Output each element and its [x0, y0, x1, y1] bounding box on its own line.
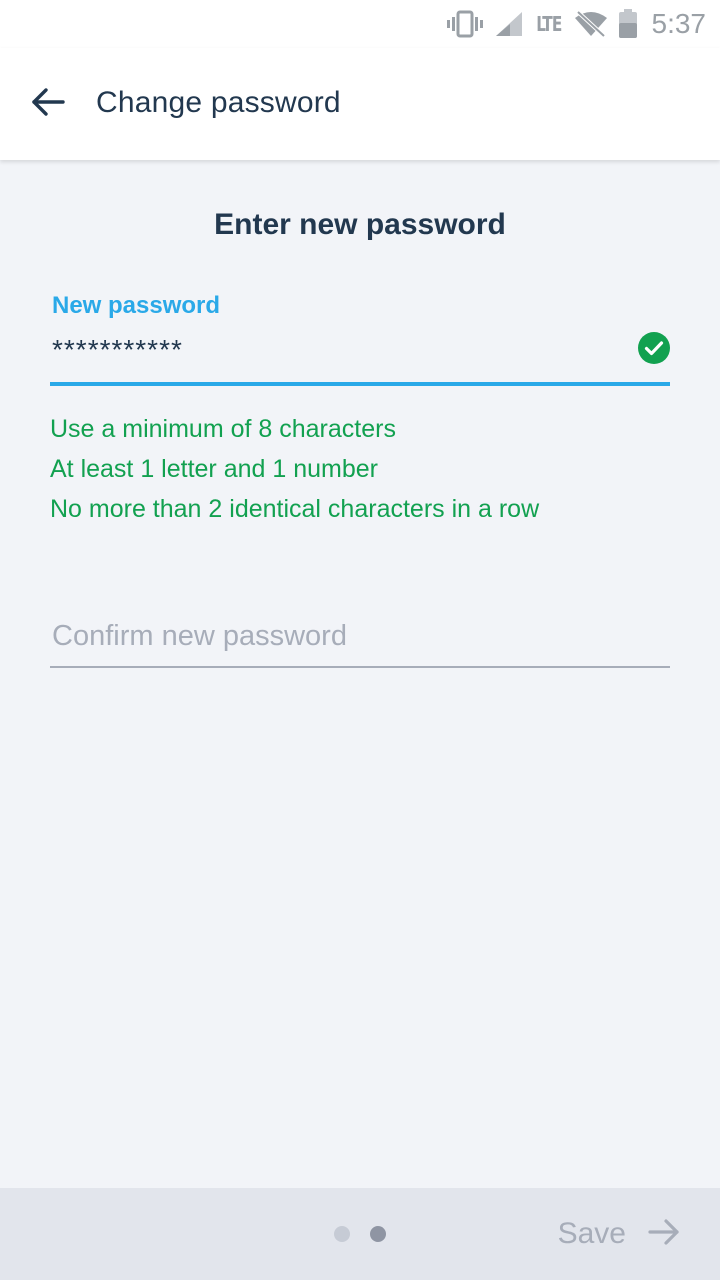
clock: 5:37 — [651, 8, 707, 39]
check-circle-icon — [638, 332, 670, 364]
rule-letter-number: At least 1 letter and 1 number — [50, 455, 378, 483]
status-icons: LTE 5:37 — [446, 6, 706, 42]
battery-icon — [618, 9, 638, 39]
signal-icon — [494, 10, 524, 38]
vibrate-icon — [446, 10, 484, 38]
confirm-password-field[interactable] — [50, 608, 672, 668]
page-title: Change password — [96, 86, 341, 119]
new-password-value[interactable]: *********** — [52, 334, 183, 366]
network-type: LTE — [535, 12, 562, 36]
back-button[interactable] — [22, 78, 74, 130]
new-password-label: New password — [52, 292, 221, 319]
confirm-password-underline — [50, 666, 670, 668]
save-label: Save — [557, 1217, 626, 1250]
step-indicator — [334, 1226, 386, 1242]
step-dot-1 — [334, 1226, 350, 1242]
status-bar: LTE 5:37 — [0, 0, 720, 48]
new-password-field[interactable]: New password *********** — [50, 290, 670, 386]
password-rules: Use a minimum of 8 characters At least 1… — [50, 412, 690, 532]
change-password-screen: LTE 5:37 Change password Enter new passw… — [0, 0, 720, 1280]
rule-min-length: Use a minimum of 8 characters — [50, 415, 396, 443]
bottom-bar: Save — [0, 1188, 720, 1280]
save-button[interactable]: Save — [558, 1208, 680, 1260]
step-dot-2-active — [370, 1226, 386, 1242]
wifi-off-icon — [574, 10, 608, 38]
section-heading: Enter new password — [214, 208, 506, 241]
confirm-password-input[interactable] — [50, 608, 672, 664]
new-password-underline — [50, 382, 670, 386]
rule-no-repeats: No more than 2 identical characters in a… — [50, 495, 540, 523]
arrow-left-icon — [31, 87, 65, 122]
arrow-right-icon — [648, 1218, 680, 1251]
app-bar: Change password — [0, 48, 720, 160]
